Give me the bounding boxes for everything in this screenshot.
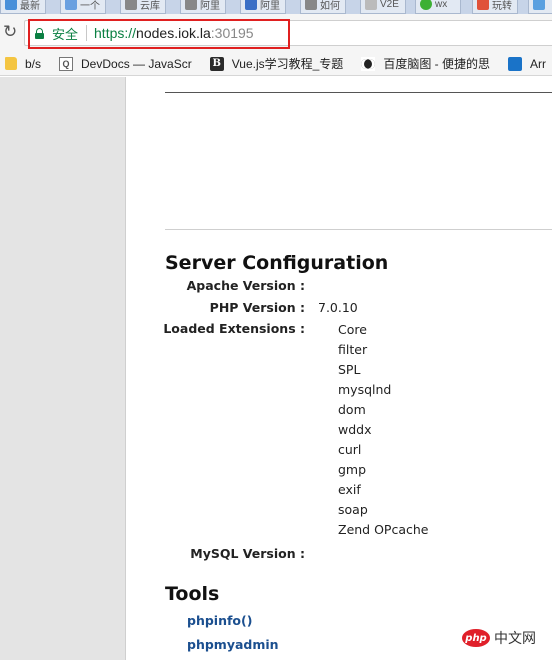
tab-title: 阿里 — [200, 0, 220, 12]
secure-label: 安全 — [52, 26, 79, 42]
divider — [86, 25, 88, 41]
reload-icon[interactable]: ↻ — [3, 22, 19, 42]
bookmark-label: Arr — [529, 56, 546, 71]
tab-title: 玩转 — [492, 0, 512, 12]
list-item: gmp — [338, 462, 367, 477]
browser-tab[interactable]: 如何 — [300, 0, 346, 14]
url-port: :30195 — [210, 25, 254, 41]
bookmark-item[interactable]: B Vue.js学习教程_专题 — [209, 55, 344, 72]
divider — [165, 92, 552, 93]
browser-tab[interactable]: 一个 — [60, 0, 106, 14]
page-sidebar — [0, 77, 126, 660]
php-version-value: 7.0.10 — [318, 300, 358, 315]
browser-toolbar: ↻ 安全 https://nodes.iok.la:30195 — [0, 14, 552, 52]
wechat-icon — [420, 0, 432, 10]
browser-tab[interactable]: 云库 — [120, 0, 166, 14]
owl-icon — [361, 56, 376, 71]
bookmark-label: 百度脑图 - 便捷的思 — [383, 57, 490, 71]
list-item: exif — [338, 482, 361, 497]
php-logo-icon: php — [462, 629, 490, 647]
extensions-list: Core filter SPL mysqlnd dom wddx curl gm… — [338, 322, 428, 542]
browser-tab[interactable]: 最新 — [0, 0, 46, 14]
bookmark-item[interactable]: Q DevDocs — JavaScr — [59, 56, 192, 71]
browser-tab[interactable]: V2E — [360, 0, 406, 14]
list-item: curl — [338, 442, 362, 457]
list-item: Zend OPcache — [338, 522, 429, 537]
phpinfo-link[interactable]: phpinfo() — [187, 613, 252, 628]
divider — [165, 229, 552, 230]
tab-title: V2E — [380, 0, 399, 10]
browser-tab[interactable] — [528, 0, 552, 14]
bookmark-item[interactable]: b/s — [5, 57, 41, 71]
browser-tab[interactable]: 阿里 — [240, 0, 286, 14]
tab-title: 云库 — [140, 0, 160, 12]
puzzle-icon — [125, 0, 137, 10]
tab-title: 如何 — [320, 0, 340, 12]
list-item: soap — [338, 502, 368, 517]
doc-icon — [5, 0, 17, 10]
bookmark-label: DevDocs — JavaScr — [81, 56, 192, 71]
magnifier-icon: Q — [59, 56, 74, 71]
browser-tab[interactable]: wx — [415, 0, 461, 14]
lock-icon — [35, 27, 44, 39]
loaded-extensions-label: Loaded Extensions : — [163, 321, 305, 336]
tab-strip: 最新 一个 云库 阿里 阿里 如何 V2E wx 玩转 — [0, 0, 552, 14]
tab-title: 最新 — [20, 0, 40, 12]
apache-version-label: Apache Version : — [186, 278, 305, 293]
list-item: dom — [338, 402, 366, 417]
list-item: SPL — [338, 362, 361, 377]
house-icon — [245, 0, 257, 10]
watermark-text: 中文网 — [494, 630, 536, 646]
phpmyadmin-link[interactable]: phpmyadmin — [187, 637, 279, 652]
diamond-icon — [365, 0, 377, 10]
folder-icon — [5, 57, 17, 70]
url-scheme: https:// — [94, 25, 137, 41]
bookmark-label: Vue.js学习教程_专题 — [231, 57, 344, 71]
list-item: mysqlnd — [338, 382, 392, 397]
php-version-label: PHP Version : — [209, 300, 305, 315]
url-host: nodes.iok.la — [136, 25, 211, 41]
list-item: filter — [338, 342, 368, 357]
browser-tab[interactable]: 阿里 — [180, 0, 226, 14]
app-icon — [507, 56, 522, 71]
address-bar[interactable]: 安全 https://nodes.iok.la:30195 — [24, 20, 552, 46]
tab-title: 阿里 — [260, 0, 280, 12]
list-item: Core — [338, 322, 367, 337]
bookmark-item[interactable]: 百度脑图 - 便捷的思 — [361, 55, 490, 72]
arrow-icon — [533, 0, 545, 10]
tab-title: wx — [435, 0, 448, 10]
b-icon: B — [209, 56, 224, 71]
tools-heading: Tools — [165, 583, 220, 605]
server-config-heading: Server Configuration — [165, 252, 389, 274]
puzzle-icon — [185, 0, 197, 10]
tab-title: 一个 — [80, 0, 100, 12]
bookmarks-bar: b/s Q DevDocs — JavaScr B Vue.js学习教程_专题 百度… — [0, 52, 552, 76]
list-item: wddx — [338, 422, 372, 437]
grid-icon — [65, 0, 77, 10]
mysql-version-label: MySQL Version : — [190, 546, 305, 561]
site-watermark: php 中文网 — [462, 628, 536, 648]
puzzle-icon — [305, 0, 317, 10]
bookmark-label: b/s — [25, 56, 42, 71]
page-content: Server Configuration Apache Version : PH… — [127, 77, 552, 660]
w-icon — [477, 0, 489, 10]
bookmark-item[interactable]: Arr — [507, 56, 546, 71]
browser-tab[interactable]: 玩转 — [472, 0, 518, 14]
